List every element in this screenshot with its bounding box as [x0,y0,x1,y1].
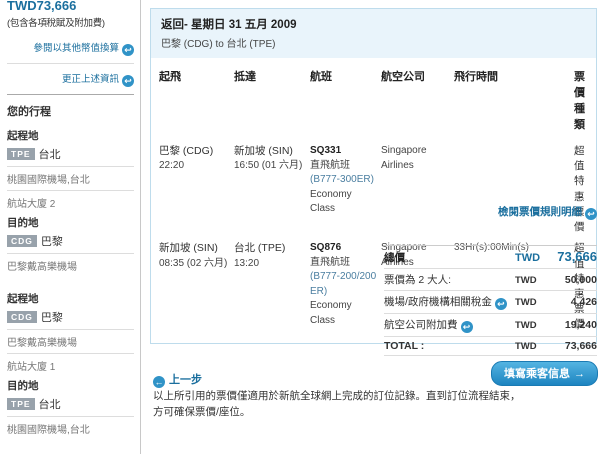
destination-city: TPE 台北 [7,396,134,416]
fare-label: 票價為 2 大人: [384,274,452,286]
surcharge-row: 航空公司附加費 ↩ TWD 19,240 [384,314,597,337]
itinerary-segment-2: 起程地 CDG 巴黎 巴黎戴高樂機場 航站大廈 1 目的地 TPE 台北 桃園國際機… [7,291,134,440]
airport-code-badge: TPE [7,398,35,410]
arrive-city: 新加坡 (SIN) [234,145,293,157]
flight-row-sq331: 巴黎 (CDG) 22:20 新加坡 (SIN) 16:50 (01 六月) S… [159,138,588,235]
destination-airport: 桃園國際機場,台北 [7,416,134,440]
taxes-label: 機場/政府機構相關稅金 [384,296,492,308]
grand-total-row: TOTAL : TWD 73,666 [384,337,597,356]
flight-number: SQ331 [310,145,342,156]
total-price-row: 總價 TWD 73,666 [384,245,597,269]
tax-info-icon[interactable]: ↩ [494,298,507,310]
airport-code-badge: TPE [7,148,35,160]
return-date-title: 返回- 星期日 31 五月 2009 [161,19,297,31]
destination-label: 目的地 [7,217,39,229]
cabin-class: Economy Class [310,300,352,326]
aircraft-type: (B777-200/200ER) [310,271,377,297]
fare-row: 票價為 2 大人: TWD 50,000 [384,269,597,291]
city-name: 巴黎 [40,236,63,248]
origin-airport: 巴黎戴高樂機場 [7,329,134,353]
fare-rules-link[interactable]: 檢閱票價規則明細 ↩ [498,204,597,220]
circle-arrow-icon: ↩ [122,44,134,56]
surcharge-info-icon[interactable]: ↩ [460,321,473,333]
fill-passenger-info-button[interactable]: 填寫乘客信息 → [491,361,598,386]
col-arrive: 抵達 [234,71,256,83]
airline-name: Singapore Airlines [381,145,427,171]
origin-airport: 桃園國際機場,台北 [7,166,134,190]
grand-total-label: TOTAL : [384,340,425,352]
col-flight: 航班 [310,71,332,83]
currency-convert-label: 參閱以其他幣值換算 [33,43,119,54]
col-depart: 起飛 [159,71,181,83]
flight-duration [454,144,572,235]
origin-city: CDG 巴黎 [7,309,134,329]
arrive-city: 台北 (TPE) [234,242,286,255]
depart-city: 巴黎 (CDG) [159,145,214,157]
flight-number: SQ876 [310,242,342,254]
terminal: 航站大廈 1 [7,353,134,377]
fare-disclaimer: 以上所引用的票價僅適用於新航全球網上完成的訂位記錄。直到訂位流程結束， 方可確保… [153,390,521,419]
col-fare-type: 票價種類 [574,71,585,131]
edit-info-label: 更正上述資訊 [61,74,119,85]
back-link[interactable]: ← 上一步 [153,371,202,388]
destination-airport: 巴黎戴高樂機場 [7,253,134,277]
itinerary-title: 您的行程 [7,94,134,119]
airport-code-badge: CDG [7,235,37,247]
currency-convert-link[interactable]: 參閱以其他幣值換算 ↩ [7,40,134,64]
circle-arrow-icon: ↩ [585,208,597,220]
itinerary-segment-1: 起程地 TPE 台北 桃園國際機場,台北 航站大廈 2 目的地 CDG 巴黎 巴黎戴… [7,128,134,277]
price-summary: 總價 TWD 73,666 票價為 2 大人: TWD 50,000 機場/政府… [384,245,597,378]
fare-review-page: TWD73,666 (包含各項稅賦及附加費) 參閱以其他幣值換算 ↩ 更正上述資訊… [0,0,600,454]
depart-city: 新加坡 (SIN) [159,242,218,255]
city-name: 巴黎 [40,312,63,324]
fare-detail-main: 返回- 星期日 31 五月 2009 巴黎 (CDG) to 台北 (TPE) … [150,0,600,454]
terminal: 航站大廈 2 [7,190,134,214]
flight-table-header-row: 起飛 抵達 航班 航空公司 飛行時間 票價種類 [159,64,588,138]
taxes-row: 機場/政府機構相關稅金 ↩ TWD 4,426 [384,291,597,314]
itinerary-sidebar: TWD73,666 (包含各項稅賦及附加費) 參閱以其他幣值換算 ↩ 更正上述資訊… [0,0,141,454]
return-flight-header: 返回- 星期日 31 五月 2009 巴黎 (CDG) to 台北 (TPE) [151,9,596,58]
col-airline: 航空公司 [381,71,425,83]
flight-type: 直飛航班 [310,256,350,268]
arrive-time: 13:20 [234,257,260,269]
aircraft-type: (B777-300ER) [310,174,374,185]
return-route: 巴黎 (CDG) to 台北 (TPE) [161,39,276,50]
origin-city: TPE 台北 [7,146,134,166]
cabin-class: Economy Class [310,188,352,215]
origin-label: 起程地 [7,293,39,305]
depart-time: 08:35 (02 六月) [159,257,228,269]
back-arrow-icon: ← [153,376,165,388]
sidebar-total-price: TWD73,666 [7,0,77,13]
fare-type: 超值特惠票價 [574,145,585,234]
total-value: 73,666 [557,249,597,264]
arrow-right-icon: → [574,368,585,380]
destination-label: 目的地 [7,380,39,392]
surcharge-label: 航空公司附加費 [384,319,458,331]
circle-arrow-icon: ↩ [122,75,134,87]
city-name: 台北 [38,149,61,161]
edit-info-link-top[interactable]: 更正上述資訊 ↩ [7,71,134,94]
airport-code-badge: CDG [7,311,37,323]
city-name: 台北 [38,399,61,411]
depart-time: 22:20 [159,160,185,172]
arrive-time: 16:50 (01 六月) [234,160,303,172]
col-duration: 飛行時間 [454,71,498,83]
flight-type: 直飛航班 [310,159,350,171]
origin-label: 起程地 [7,130,39,142]
total-label: 總價 [384,252,405,264]
sidebar-total-note: (包含各項稅賦及附加費) [7,18,105,29]
destination-city: CDG 巴黎 [7,233,134,253]
total-currency: TWD [515,252,541,264]
